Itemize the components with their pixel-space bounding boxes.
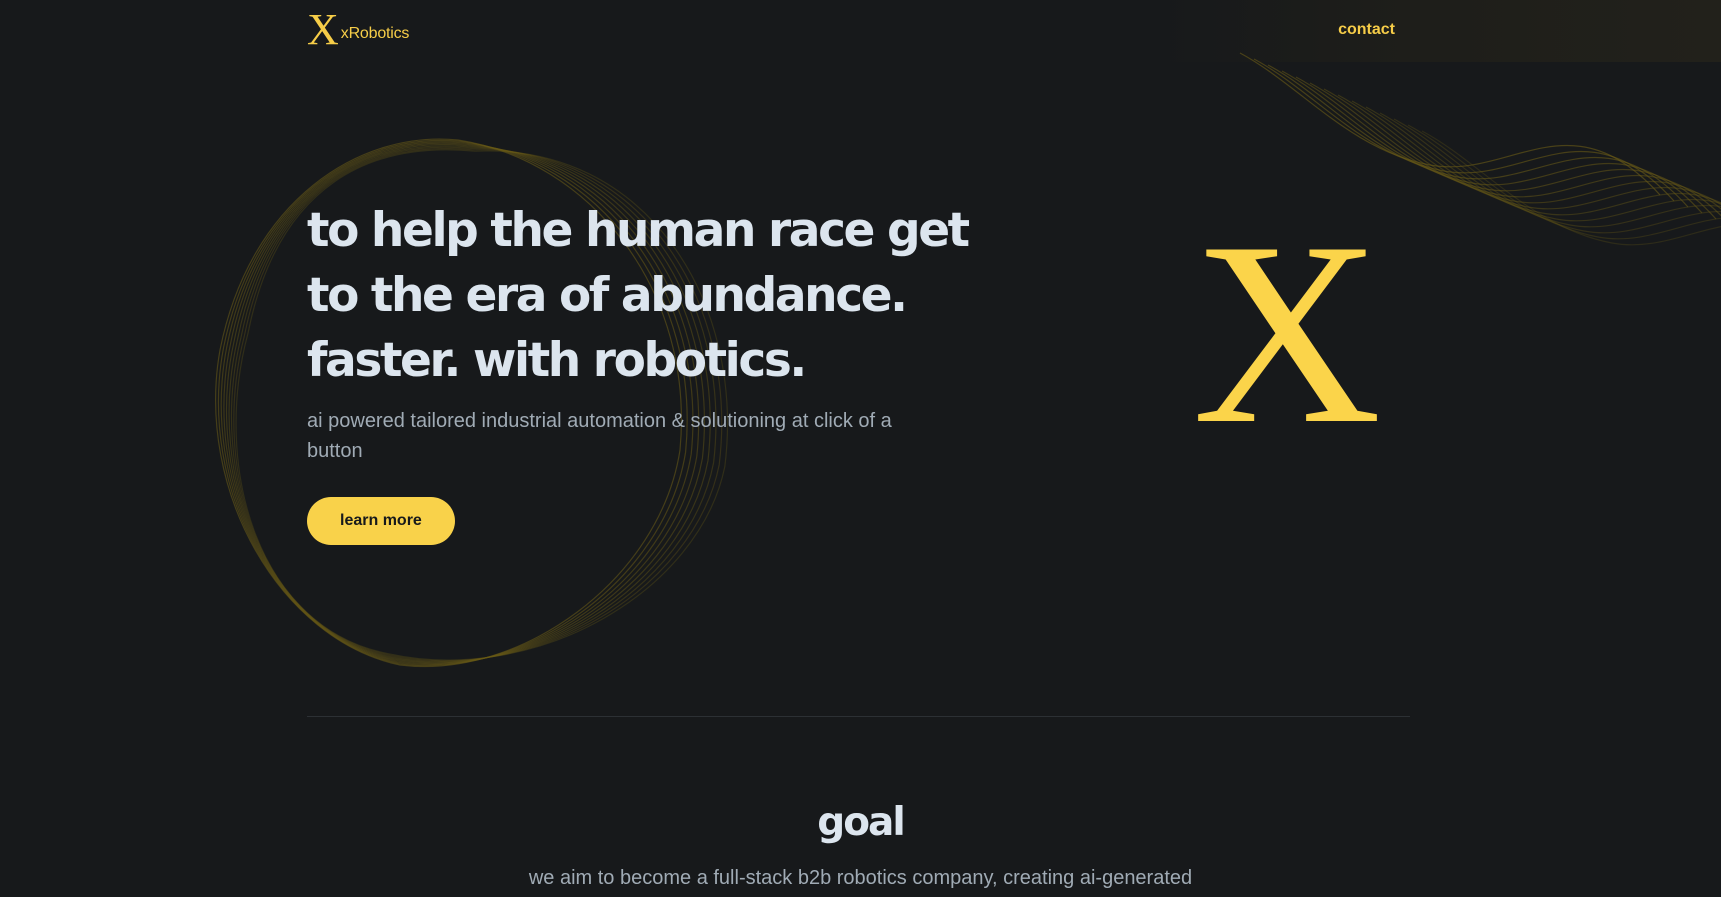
decorative-wave-line	[1393, 118, 1721, 234]
hero-title-line: to the era of abundance.	[307, 268, 908, 323]
hero-section: to help the human race get to the era of…	[307, 198, 1007, 545]
logo-text: xRobotics	[340, 25, 410, 42]
hero-title: to help the human race get to the era of…	[307, 198, 1007, 393]
goal-heading: goal	[817, 800, 905, 845]
decorative-wave-line	[1379, 112, 1721, 228]
x-logo-icon: X	[307, 5, 339, 54]
decorative-wave-line	[1323, 88, 1721, 210]
contact-link[interactable]: contact	[1338, 21, 1395, 39]
hero-title-line: faster. with robotics.	[307, 333, 807, 388]
decorative-wave-line	[1337, 94, 1721, 210]
decorative-wave-line	[1239, 52, 1661, 196]
goal-description: we aim to become a full-stack b2b roboti…	[528, 867, 1193, 889]
decorative-wave-line	[1365, 106, 1721, 222]
decorative-wave-line	[1253, 58, 1675, 202]
brand-x-icon: X	[1192, 188, 1382, 478]
hero-title-line: to help the human race get	[307, 203, 970, 258]
hero-subtitle: ai powered tailored industrial automatio…	[307, 410, 892, 462]
decorative-wave-line	[1407, 124, 1721, 240]
decorative-wave-line	[1421, 130, 1721, 246]
section-divider	[307, 716, 1410, 717]
learn-more-button[interactable]: learn more	[307, 497, 455, 545]
decorative-wave-line	[1267, 64, 1689, 208]
logo[interactable]: X xRobotics	[307, 5, 410, 54]
decorative-wave-line	[1351, 100, 1721, 216]
top-nav: X xRobotics contact	[307, 5, 1397, 54]
